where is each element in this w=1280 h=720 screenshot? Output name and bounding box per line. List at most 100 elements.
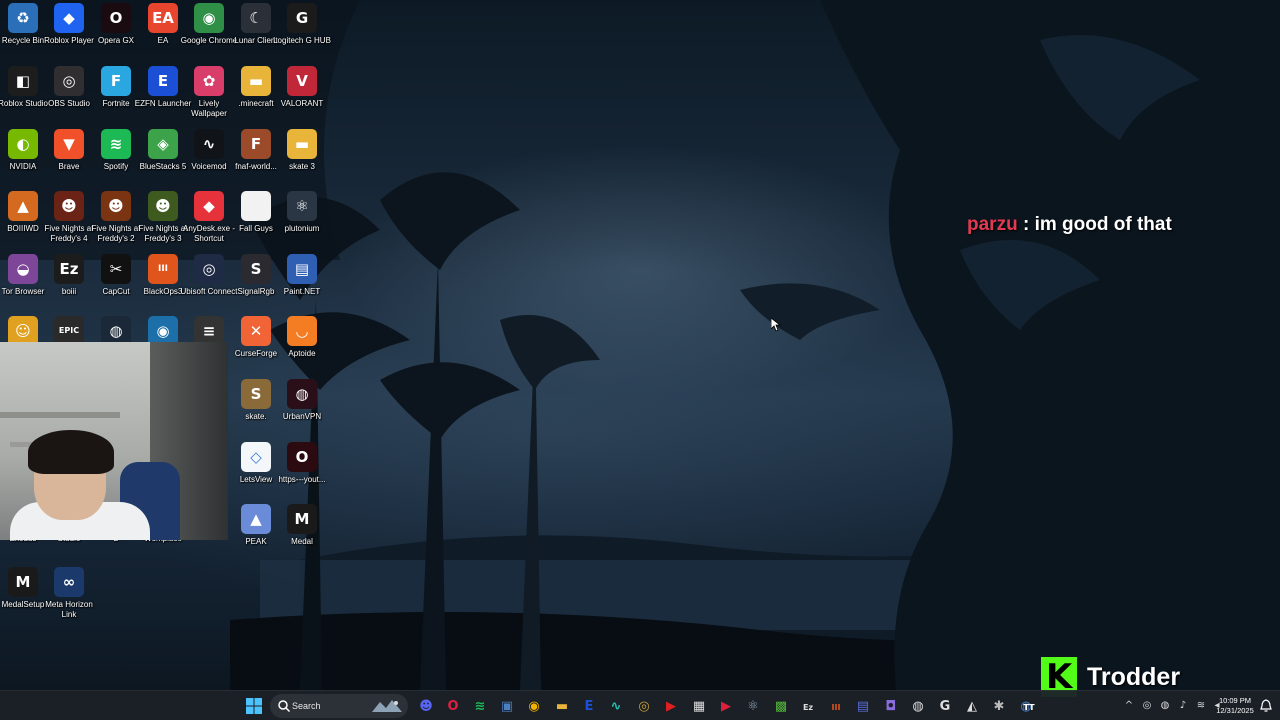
desktop-icon-anydesk-exe-shortcut[interactable]: ◆ AnyDesk.exe - Shortcut [183,191,235,243]
start-button[interactable] [242,694,266,718]
desktop-icon-obs-studio[interactable]: ◎ OBS Studio [46,66,92,109]
desktop-icon-aptoide[interactable]: ◡ Aptoide [279,316,325,359]
microphone-icon[interactable]: ♪ [1176,699,1190,713]
file-explorer-icon: ▬ [555,699,569,714]
taskbar-photos-button[interactable]: ▣ [495,694,519,718]
taskbar-search-box[interactable]: Search [270,694,408,718]
blackops3-icon: III [148,254,178,284]
capcut-icon: ▦ [692,699,706,714]
logitech-icon: G [939,699,951,714]
taskbar-minecraft-button[interactable]: ▩ [769,694,793,718]
desktop-icon-capcut[interactable]: ✂ CapCut [93,254,139,297]
taskbar-opera-button[interactable]: ▶ [714,694,738,718]
desktop-icon-google-chrome[interactable]: ◉ Google Chrome [181,3,237,46]
boiiiwd-icon: ▲ [8,191,38,221]
taskbar-chrome-button[interactable]: ◉ [522,694,546,718]
desktop-icon-opera-gx[interactable]: O Opera GX [93,3,139,46]
taskbar-file-explorer-button[interactable]: ▬ [550,694,574,718]
taskbar-notepad-button[interactable]: ▤ [851,694,875,718]
desktop-icon-label: Meta Horizon Link [45,600,93,619]
taskbar-blackops3-button[interactable]: III [824,694,848,718]
chat-text: im good of that [1034,214,1172,235]
taskbar-steam-button[interactable]: ◍ [906,694,930,718]
fnaf4-icon: ☻ [54,191,84,221]
chevron-up-icon[interactable]: ^ [1122,699,1136,713]
anydesk-icon: ◆ [194,191,224,221]
desktop-icon-boiii[interactable]: Ez boiii [46,254,92,297]
taskbar-boiii-button[interactable]: Ez [796,694,820,718]
desktop-icon-five-nights-at-freddy-s-2[interactable]: ☻ Five Nights at Freddy's 2 [92,191,140,243]
taskbar-plutonium-button[interactable]: ⚛ [741,694,765,718]
desktop-icon-roblox-player[interactable]: ◆ Roblox Player [44,3,94,46]
boiii-icon: Ez [802,703,814,712]
blackops3-icon: III [831,703,841,712]
desktop-icon-lively-wallpaper[interactable]: ✿ Lively Wallpaper [186,66,232,118]
spotify-icon: ≋ [474,699,486,714]
app-tray-icon[interactable]: ◎ [1140,699,1154,713]
desktop-icon-paint-net[interactable]: ▤ Paint.NET [279,254,325,297]
settings-icon: ✱ [993,699,1005,714]
ezfn-icon: E [584,699,594,714]
desktop-icon-medal[interactable]: M Medal [279,504,325,547]
desktop-icon-logitech-g-hub[interactable]: G Logitech G HUB [273,3,331,46]
nvidia-icon: ◐ [8,129,38,159]
desktop-icon-label: plutonium [284,224,320,233]
clock[interactable]: 10:09 PM 12/31/2025 [1212,696,1258,716]
voicemod-icon: ∿ [194,129,224,159]
photos-icon: ▣ [500,699,514,714]
desktop-icon-valorant[interactable]: V VALORANT [279,66,325,109]
desktop-icon-https-yout[interactable]: Ohttps---yout... [278,442,326,485]
taskbar-voicemod-button[interactable]: ∿ [604,694,628,718]
fnaf2-icon: ☻ [101,191,131,221]
opera-shortcut-icon: O [287,442,317,472]
roblox-player-icon: ◆ [54,3,84,33]
notification-bell-icon[interactable] [1260,699,1272,713]
chat-message: parzu : im good of that [967,214,1172,236]
voicemod-icon: ∿ [610,699,622,714]
taskbar-settings-button[interactable]: ✱ [987,694,1011,718]
taskbar-youtube-button[interactable]: ▶ [659,694,683,718]
taskbar-opera-gx-button[interactable]: O [441,694,465,718]
desktop-icon-urbanvpn[interactable]: ◍ UrbanVPN [279,379,325,422]
file-icon [241,191,271,221]
desktop-icon-fortnite[interactable]: F Fortnite [93,66,139,109]
tor-browser-icon: ◒ [8,254,38,284]
skate-icon: S [241,379,271,409]
taskbar-spotify-button[interactable]: ≋ [468,694,492,718]
desktop-icon-spotify[interactable]: ≋ Spotify [93,129,139,172]
urbanvpn-icon: ◍ [287,379,317,409]
chrome-icon: ◉ [528,699,540,714]
curseforge-icon: ✕ [241,316,271,346]
taskbar-logitech-button[interactable]: G [933,694,957,718]
desktop-icon-label: Medal [291,537,313,546]
taskbar-ezfn-button[interactable]: E [577,694,601,718]
valorant-icon: V [287,66,317,96]
taskbar-terminal-button[interactable]: ◭ [960,694,984,718]
desktop-icon-voicemod[interactable]: ∿ Voicemod [186,129,232,172]
desktop-icon-label: https---yout... [278,475,326,484]
desktop-icon-label: skate 3 [289,162,315,171]
discord-icon: ☻ [419,699,433,714]
taskbar-controller-button[interactable]: ◘ [879,694,903,718]
taskbar-capcut-button[interactable]: ▦ [687,694,711,718]
desktop-icon-label: UrbanVPN [282,412,322,421]
desktop-icon-five-nights-at-freddy-s-4[interactable]: ☻ Five Nights at Freddy's 4 [45,191,93,243]
letsview-icon: ◇ [241,442,271,472]
logitech-ghub-icon: G [287,3,317,33]
taskbar-valorant-tracker-button[interactable]: ◎ [632,694,656,718]
security-icon[interactable]: ◍ [1158,699,1172,713]
youtube-icon: ▶ [666,699,676,714]
wifi-icon[interactable]: ≋ [1194,699,1208,713]
desktop-icon-meta-horizon-link[interactable]: ∞ Meta Horizon Link [45,567,93,619]
taskbar-discord-button[interactable]: ☻ [414,694,438,718]
folder-icon: ▬ [287,129,317,159]
desktop-icon-plutonium[interactable]: ⚛ plutonium [279,191,325,234]
desktop-icon-skate-3[interactable]: ▬ skate 3 [279,129,325,172]
desktop-icon-brave[interactable]: ▼ Brave [46,129,92,172]
paint-net-icon: ▤ [287,254,317,284]
taskbar-kick-button[interactable]: TT [1017,694,1041,718]
opera-gx-icon: O [101,3,131,33]
clock-time: 10:09 PM [1218,696,1252,705]
desktop-icon-ubisoft-connect[interactable]: ◎ Ubisoft Connect [181,254,237,297]
webcam-overlay [0,342,228,540]
